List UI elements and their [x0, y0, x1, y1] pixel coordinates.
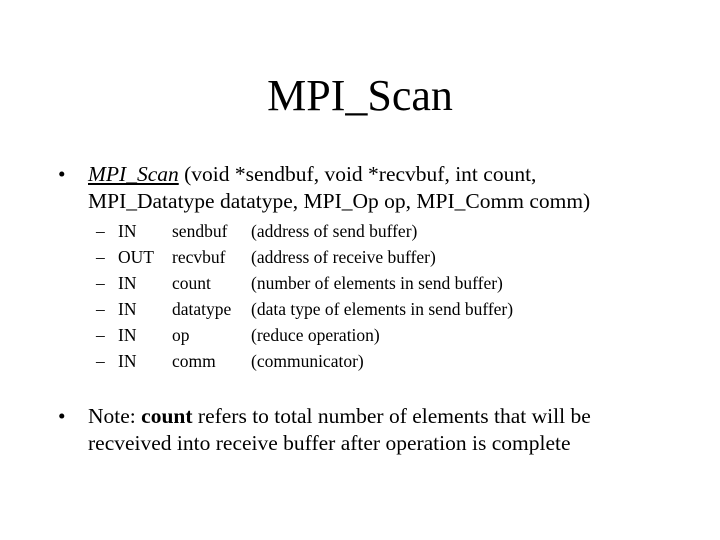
dash-marker: –: [96, 273, 105, 293]
signature-line2: MPI_Datatype datatype, MPI_Op op, MPI_Co…: [88, 189, 591, 213]
param-name: datatype: [172, 299, 232, 319]
function-name: MPI_Scan: [88, 162, 179, 186]
param-description: (reduce operation): [251, 325, 380, 345]
param-direction: IN: [118, 273, 137, 293]
param-name: op: [172, 325, 190, 345]
dash-marker: –: [96, 351, 105, 371]
signature-rest: (void *sendbuf, void *recvbuf, int count…: [178, 162, 537, 186]
note-text: Note: count refers to total number of el…: [88, 403, 708, 457]
param-name: sendbuf: [172, 221, 228, 241]
param-description: (data type of elements in send buffer): [251, 299, 514, 319]
param-name: comm: [172, 351, 216, 371]
param-description: (address of send buffer): [251, 221, 418, 241]
param-direction: OUT: [118, 247, 154, 267]
dash-marker: –: [96, 299, 105, 319]
dash-marker: –: [96, 221, 105, 241]
param-name: recvbuf: [172, 247, 226, 267]
param-direction: IN: [118, 351, 137, 371]
note-prefix: Note:: [88, 404, 142, 428]
bullet-marker: •: [58, 404, 66, 428]
param-name: count: [172, 273, 211, 293]
note-line1-rest: refers to total number of elements that …: [192, 404, 591, 428]
param-direction: IN: [118, 221, 137, 241]
note-line2: recveived into receive buffer after oper…: [88, 431, 571, 455]
dash-marker: –: [96, 325, 105, 345]
param-description: (number of elements in send buffer): [251, 273, 503, 293]
note-bold-word: count: [141, 404, 193, 428]
param-description: (communicator): [251, 351, 364, 371]
signature-text: MPI_Scan (void *sendbuf, void *recvbuf, …: [88, 161, 708, 215]
dash-marker: –: [96, 247, 105, 267]
param-direction: IN: [118, 299, 137, 319]
slide-title: MPI_Scan: [267, 71, 453, 120]
param-direction: IN: [118, 325, 137, 345]
bullet-marker: •: [58, 162, 66, 186]
param-description: (address of receive buffer): [251, 247, 436, 267]
